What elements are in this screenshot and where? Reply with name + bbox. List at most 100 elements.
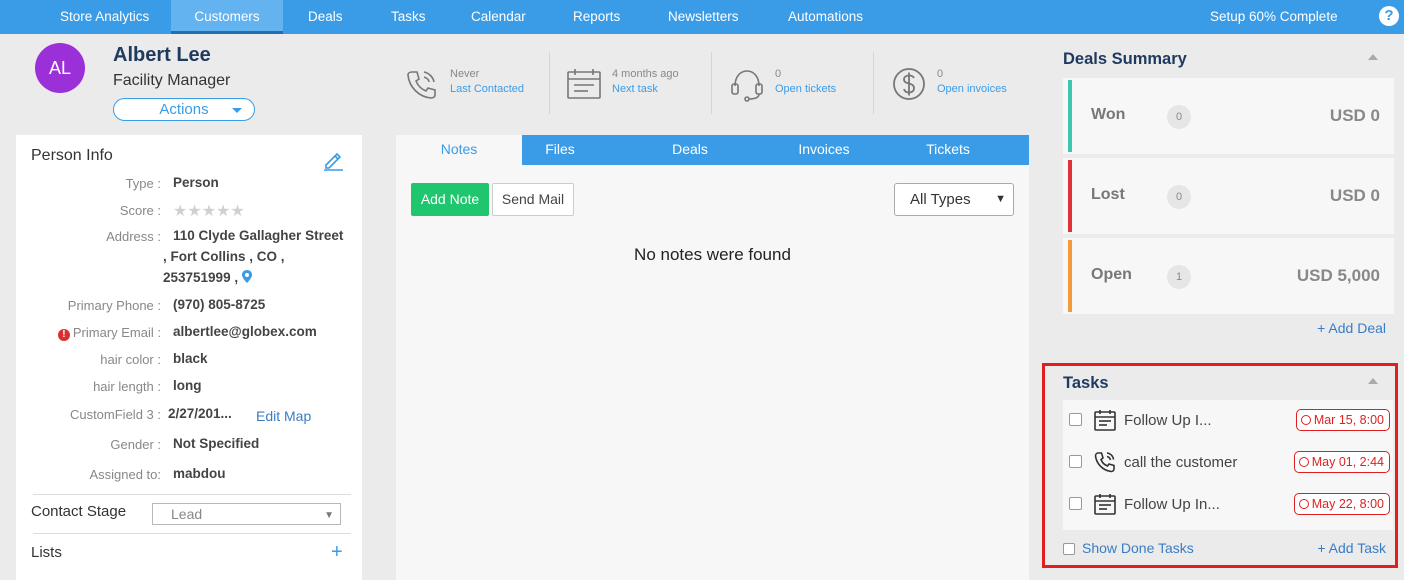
score-stars[interactable]: ★★★★★ [173,201,245,221]
nav-deals[interactable]: Deals [308,0,343,34]
add-deal-link[interactable]: + Add Deal [1317,320,1386,336]
primary-email-value: albertlee@globex.com [173,324,317,339]
send-mail-button[interactable]: Send Mail [492,183,574,216]
open-invoices-link[interactable]: Open invoices [937,83,1007,95]
address-line3: 253751999 , [163,267,252,288]
star-icon[interactable]: ★ [187,201,201,221]
person-info-panel: Person Info Type : Person Score : ★★★★★ … [16,135,362,580]
primary-phone-value: (970) 805-8725 [173,297,266,312]
task-title[interactable]: Follow Up I... [1124,412,1212,429]
lists-label: Lists [31,544,62,561]
address-zip: 253751999 , [163,270,239,285]
headset-icon [731,70,763,102]
nav-store-analytics[interactable]: Store Analytics [60,0,149,34]
task-list-icon [1094,410,1116,431]
nav-reports[interactable]: Reports [573,0,620,34]
nav-customers[interactable]: Customers [171,0,283,34]
pencil-icon[interactable] [322,149,344,171]
avatar: AL [35,43,85,93]
tab-invoices[interactable]: Invoices [786,135,862,165]
show-done-checkbox[interactable] [1063,543,1075,555]
contact-stage-select[interactable]: Lead ▼ [152,503,341,525]
deal-row-won[interactable]: Won 0 USD 0 [1063,78,1394,154]
task-checkbox[interactable] [1069,455,1082,468]
map-pin-icon[interactable] [241,270,252,283]
task-checkbox[interactable] [1069,497,1082,510]
task-title[interactable]: call the customer [1124,454,1237,471]
hair-length-label: hair length : [93,379,161,394]
task-row[interactable]: call the customer May 01, 2:44 [1063,442,1393,484]
star-icon[interactable]: ★ [230,201,244,221]
task-checkbox[interactable] [1069,413,1082,426]
next-task-link[interactable]: Next task [612,83,658,95]
edit-map-link[interactable]: Edit Map [256,408,311,424]
type-value: Person [173,175,219,190]
deal-count-badge: 0 [1167,185,1191,209]
collapse-caret-icon[interactable] [1368,378,1378,384]
star-icon[interactable]: ★ [216,201,230,221]
collapse-caret-icon[interactable] [1368,54,1378,60]
nav-calendar[interactable]: Calendar [471,0,526,34]
divider [33,533,351,534]
nav-automations[interactable]: Automations [788,0,863,34]
tasks-title: Tasks [1063,374,1109,392]
actions-dropdown-button[interactable]: Actions [113,98,255,121]
task-due-badge: Mar 15, 8:00 [1295,409,1390,431]
task-due-badge: May 01, 2:44 [1293,451,1390,473]
calendar-icon [567,69,601,99]
stat-open-invoices: 0 Open invoices [891,60,1031,120]
address-line1: 110 Clyde Gallagher Street [173,228,344,243]
add-task-link[interactable]: + Add Task [1317,540,1386,556]
task-row[interactable]: Follow Up I... Mar 15, 8:00 [1063,400,1393,442]
clock-icon [1298,499,1309,509]
task-row[interactable]: Follow Up In... May 22, 8:00 [1063,484,1393,526]
primary-phone-label: Primary Phone : [67,298,161,313]
help-icon[interactable]: ? [1379,6,1399,26]
deals-summary-title: Deals Summary [1063,50,1187,68]
tab-notes[interactable]: Notes [396,135,522,165]
nav-newsletters[interactable]: Newsletters [668,0,739,34]
deal-row-open[interactable]: Open 1 USD 5,000 [1063,238,1394,314]
hair-length-value: long [173,378,202,393]
tab-tickets[interactable]: Tickets [910,135,986,165]
contact-stage-value: Lead [171,506,203,522]
custom-field-3-value: 2/27/201... [168,406,232,421]
assigned-to-value: mabdou [173,466,226,481]
open-invoices-count: 0 [937,68,944,80]
dollar-icon [893,68,925,100]
task-due-date: May 22, 8:00 [1311,497,1384,511]
deal-status-label: Open [1091,266,1132,283]
add-list-icon[interactable]: + [331,541,343,564]
open-tickets-count: 0 [775,68,782,80]
last-contacted-value: Never [450,68,480,80]
deal-row-lost[interactable]: Lost 0 USD 0 [1063,158,1394,234]
deal-amount: USD 0 [1329,186,1380,205]
last-contacted-link[interactable]: Last Contacted [450,83,524,95]
notes-panel: Notes Files Deals Invoices Tickets Add N… [396,135,1029,580]
show-done-tasks-toggle[interactable]: Show Done Tasks [1063,540,1194,556]
phone-icon [1094,452,1115,473]
add-note-button[interactable]: Add Note [411,183,489,216]
clock-icon [1300,415,1311,425]
setup-progress-link[interactable]: Setup 60% Complete [1210,0,1338,34]
status-color-bar [1068,80,1072,152]
star-icon[interactable]: ★ [202,201,216,221]
tab-deals[interactable]: Deals [652,135,728,165]
gender-value: Not Specified [173,436,260,451]
deal-count-badge: 1 [1167,265,1191,289]
star-icon[interactable]: ★ [173,201,187,221]
nav-tasks[interactable]: Tasks [391,0,426,34]
gender-label: Gender : [110,437,161,452]
open-tickets-link[interactable]: Open tickets [775,83,836,95]
deal-amount: USD 5,000 [1296,266,1380,285]
task-title[interactable]: Follow Up In... [1124,496,1220,513]
stat-divider [711,52,712,114]
chevron-down-icon: ▼ [324,510,334,521]
person-title: Facility Manager [113,72,231,89]
deal-amount: USD 0 [1329,106,1380,125]
phone-icon [407,71,436,99]
score-label: Score : [119,203,161,218]
note-type-filter-select[interactable]: All Types ▼ [894,183,1014,216]
tab-files[interactable]: Files [522,135,598,165]
task-list: Follow Up I... Mar 15, 8:00 call the cus… [1063,400,1393,530]
